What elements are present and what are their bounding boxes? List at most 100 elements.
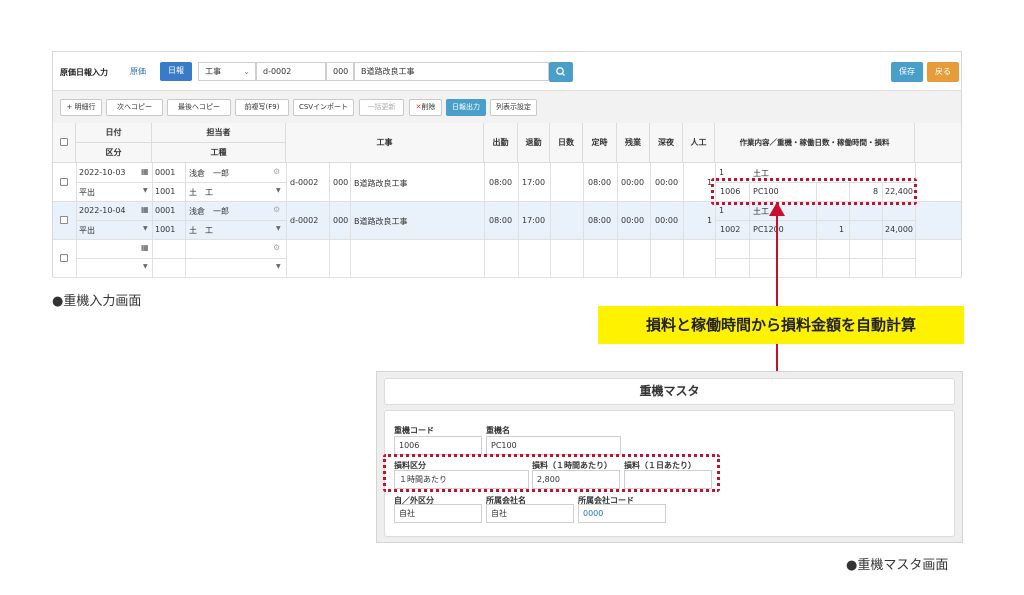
kouji-code-cell[interactable]: d-0002 [290, 178, 318, 187]
col-sagyou: 作業内容／重機・稼働日数・稼働時間・損料 [715, 123, 915, 163]
calendar-icon[interactable]: ▦ [141, 205, 149, 214]
col-zangyo: 残業 [617, 123, 650, 163]
col-tantou: 担当者 [152, 123, 286, 143]
type-select[interactable]: 工事 ⌄ [198, 62, 256, 81]
chevron-down-icon[interactable]: ▼ [143, 225, 148, 232]
work-name-cell[interactable]: 土工 [753, 206, 769, 217]
project-sub-input[interactable]: 000 [326, 62, 354, 81]
company-name-input[interactable]: 自社 [486, 504, 574, 523]
arrow-up-icon [769, 202, 785, 216]
nippou-button[interactable]: 日報 [160, 62, 192, 81]
machine-code-cell[interactable]: 1002 [720, 225, 740, 234]
col-shukkin: 出勤 [484, 123, 518, 163]
emp-code-cell[interactable]: 0001 [155, 168, 175, 177]
gear-icon[interactable]: ⚙ [273, 167, 280, 176]
date-cell[interactable]: 2022-10-04 [79, 206, 126, 215]
daily-report-screen: 原価日報入力 原価 日報 工事 ⌄ d-0002 000 B道路改良工事 保存 … [52, 51, 962, 278]
chevron-down-icon[interactable]: ▼ [276, 225, 281, 232]
kou-code-cell[interactable]: 1001 [155, 225, 175, 234]
master-title: 重機マスタ [384, 378, 955, 405]
ninku-cell[interactable]: 1 [707, 216, 712, 225]
chevron-down-icon[interactable]: ▼ [143, 263, 148, 270]
gear-icon[interactable]: ⚙ [273, 205, 280, 214]
own-kubun-input[interactable]: 自社 [394, 504, 482, 523]
copy-next-button[interactable]: 次へコピー [106, 99, 163, 116]
caption-main-screen: ●重機入力画面 [52, 294, 142, 309]
work-no-cell[interactable]: 1 [719, 206, 724, 215]
emp-name-cell[interactable]: 浅倉 一郎 [189, 206, 229, 217]
kouji-name-cell[interactable]: B道路改良工事 [354, 178, 408, 189]
in-time-cell[interactable]: 08:00 [489, 216, 512, 225]
csv-import-button[interactable]: CSVインポート [293, 99, 354, 116]
teiji-cell[interactable]: 08:00 [588, 178, 611, 187]
back-button[interactable]: 戻る [927, 62, 959, 82]
kou-name-cell[interactable]: 土 工 [189, 225, 213, 236]
out-time-cell[interactable]: 17:00 [522, 216, 545, 225]
page-title: 原価日報入力 [60, 68, 108, 77]
copy-last-button[interactable]: 最後へコピー [167, 99, 231, 116]
search-icon [556, 67, 565, 76]
bulk-update-button[interactable]: 一括更新 [359, 99, 404, 116]
top-bar: 原価日報入力 原価 日報 工事 ⌄ d-0002 000 B道路改良工事 保存 … [53, 52, 961, 90]
col-nissu: 日数 [550, 123, 583, 163]
emp-name-cell[interactable]: 浅倉 一郎 [189, 168, 229, 179]
calendar-icon[interactable]: ▦ [141, 167, 149, 176]
column-settings-button[interactable]: 列表示設定 [490, 99, 537, 116]
company-code-input[interactable]: 0000 [578, 504, 666, 523]
label-machine-name: 重機名 [486, 426, 510, 435]
machine-cost-cell[interactable]: 24,000 [885, 225, 913, 234]
row-checkbox[interactable] [60, 254, 68, 262]
shinya-cell[interactable]: 00:00 [655, 216, 678, 225]
col-kubun: 区分 [76, 143, 152, 163]
col-shinya: 深夜 [650, 123, 683, 163]
kubun-cell[interactable]: 平出 [79, 187, 95, 198]
label-machine-code: 重機コード [394, 426, 434, 435]
zangyo-cell[interactable]: 00:00 [621, 216, 644, 225]
col-kouji: 工事 [286, 123, 484, 163]
col-teiji: 定時 [583, 123, 617, 163]
chevron-down-icon: ⌄ [243, 67, 250, 76]
toolbar: + 明細行 次へコピー 最後へコピー 前複写(F9) CSVインポート 一括更新… [53, 90, 961, 123]
row-checkbox[interactable] [60, 178, 68, 186]
chevron-down-icon[interactable]: ▼ [276, 187, 281, 194]
calendar-icon[interactable]: ▦ [141, 243, 149, 252]
col-koushu: 工種 [152, 143, 286, 163]
chevron-down-icon[interactable]: ▼ [276, 263, 281, 270]
project-code-input[interactable]: d-0002 [256, 62, 326, 81]
save-button[interactable]: 保存 [891, 62, 923, 82]
zangyo-cell[interactable]: 00:00 [621, 178, 644, 187]
highlight-master-cost [383, 454, 720, 492]
kouji-code-cell[interactable]: d-0002 [290, 216, 318, 225]
callout-auto-calc: 損料と稼働時間から損料金額を自動計算 [598, 306, 964, 344]
select-all-checkbox[interactable] [60, 138, 68, 146]
teiji-cell[interactable]: 08:00 [588, 216, 611, 225]
kou-name-cell[interactable]: 土 工 [189, 187, 213, 198]
chevron-down-icon[interactable]: ▼ [143, 187, 148, 194]
machine-code-input[interactable]: 1006 [394, 436, 482, 455]
connector-line [776, 212, 778, 306]
delete-button[interactable]: ✕削除 [409, 99, 442, 116]
col-taikin: 退勤 [518, 123, 550, 163]
kubun-cell[interactable]: 平出 [79, 225, 95, 236]
kouji-sub-cell[interactable]: 000 [333, 216, 348, 225]
in-time-cell[interactable]: 08:00 [489, 178, 512, 187]
kouji-name-cell[interactable]: B道路改良工事 [354, 216, 408, 227]
kouji-sub-cell[interactable]: 000 [333, 178, 348, 187]
shinya-cell[interactable]: 00:00 [655, 178, 678, 187]
add-row-button[interactable]: + 明細行 [60, 99, 102, 116]
machine-days-cell[interactable]: 1 [839, 225, 844, 234]
date-cell[interactable]: 2022-10-03 [79, 168, 126, 177]
project-name-input[interactable]: B道路改良工事 [354, 62, 549, 81]
machine-name-cell[interactable]: PC1200 [753, 225, 784, 234]
row-checkbox[interactable] [60, 216, 68, 224]
search-button[interactable] [549, 62, 573, 82]
emp-code-cell[interactable]: 0001 [155, 206, 175, 215]
out-time-cell[interactable]: 17:00 [522, 178, 545, 187]
machine-name-input[interactable]: PC100 [486, 436, 621, 455]
kou-code-cell[interactable]: 1001 [155, 187, 175, 196]
gear-icon[interactable]: ⚙ [273, 243, 280, 252]
genka-link[interactable]: 原価 [130, 66, 146, 77]
report-output-button[interactable]: 日報出力 [446, 99, 486, 116]
work-no-cell[interactable]: 1 [719, 168, 724, 177]
prev-copy-button[interactable]: 前複写(F9) [235, 99, 289, 116]
